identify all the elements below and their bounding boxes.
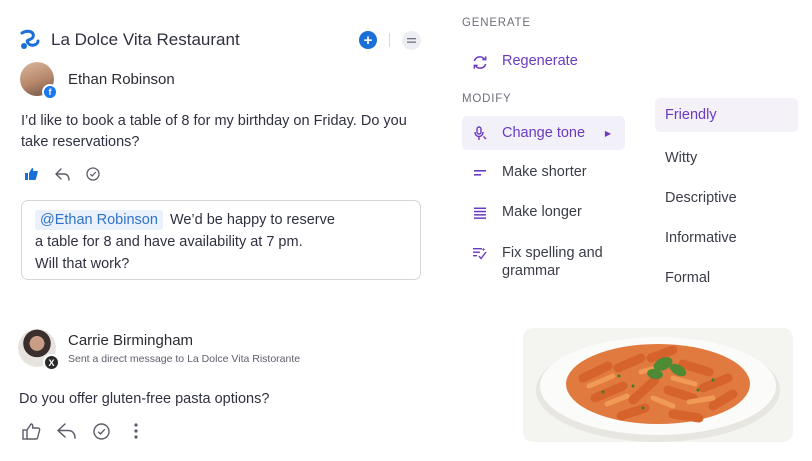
add-icon[interactable]: + [359, 31, 377, 49]
reply-text-line1: We’d be happy to reserve [169, 212, 335, 228]
make-shorter-menu-item[interactable]: Make shorter [462, 164, 625, 181]
long-text-icon [472, 205, 488, 221]
short-text-icon [472, 165, 488, 181]
tone-option-formal[interactable]: Formal [655, 258, 798, 298]
tone-option-witty[interactable]: Witty [655, 138, 798, 178]
regenerate-label: Regenerate [502, 53, 578, 69]
pasta-dish-image [523, 328, 793, 442]
header-divider [389, 33, 390, 47]
refresh-icon [472, 54, 488, 70]
reply-text-line3: Will that work? [35, 256, 130, 272]
reply-text-line2: a table for 8 and have availability at 7… [35, 234, 303, 250]
fix-spelling-menu-item[interactable]: Fix spelling and grammar [462, 244, 625, 280]
x-icon: X [43, 354, 60, 371]
post-header: La Dolce Vita Restaurant + [18, 26, 424, 54]
post-message: Do you offer gluten-free pasta options? [19, 391, 270, 407]
like-icon[interactable] [23, 166, 39, 182]
reply-icon[interactable] [56, 421, 76, 441]
post-message: I’d like to book a table of 8 for my bir… [21, 113, 407, 150]
check-circle-icon[interactable] [85, 166, 101, 182]
reply-textarea[interactable]: @Ethan Robinson We’d be happy to reserve… [21, 200, 421, 280]
make-shorter-label: Make shorter [502, 164, 587, 180]
menu-icon[interactable] [402, 30, 421, 50]
change-tone-label: Change tone [502, 125, 586, 141]
post-actions [21, 421, 146, 441]
tone-option-friendly[interactable]: Friendly [655, 98, 798, 132]
tone-option-informative[interactable]: Informative [655, 218, 798, 258]
change-tone-menu-item[interactable]: Change tone ▶ [462, 116, 625, 150]
more-vertical-icon[interactable] [126, 421, 146, 441]
make-longer-label: Make longer [502, 204, 582, 220]
like-icon[interactable] [21, 421, 41, 441]
author-subtitle: Sent a direct message to La Dolce Vita R… [68, 353, 301, 365]
tone-option-descriptive[interactable]: Descriptive [655, 178, 798, 218]
generate-section-label: GENERATE [462, 17, 531, 29]
modify-section-label: MODIFY [462, 93, 512, 105]
fix-spelling-label: Fix spelling and grammar [502, 245, 603, 279]
post-author-2: X Carrie Birmingham Sent a direct messag… [18, 329, 300, 371]
reply-icon[interactable] [54, 166, 70, 182]
mention-tag[interactable]: @Ethan Robinson [35, 210, 163, 230]
regenerate-button[interactable]: Regenerate [462, 53, 625, 70]
voice-tone-icon [472, 125, 488, 141]
facebook-icon: f [42, 84, 58, 100]
brand-logo-icon [20, 29, 40, 49]
tone-submenu: Friendly Witty Descriptive Informative F… [655, 98, 798, 298]
author-info: Carrie Birmingham Sent a direct message … [68, 331, 300, 365]
avatar[interactable]: f [20, 62, 58, 100]
avatar[interactable]: X [18, 329, 60, 371]
make-longer-menu-item[interactable]: Make longer [462, 204, 625, 221]
post-actions [23, 166, 101, 182]
post-author: f Ethan Robinson [20, 62, 175, 100]
author-name[interactable]: Ethan Robinson [68, 71, 175, 88]
chevron-right-icon: ▶ [604, 128, 611, 138]
check-circle-icon[interactable] [91, 421, 111, 441]
page-title: La Dolce Vita Restaurant [51, 30, 240, 49]
spellcheck-icon [472, 245, 488, 261]
author-name[interactable]: Carrie Birmingham [68, 331, 300, 351]
